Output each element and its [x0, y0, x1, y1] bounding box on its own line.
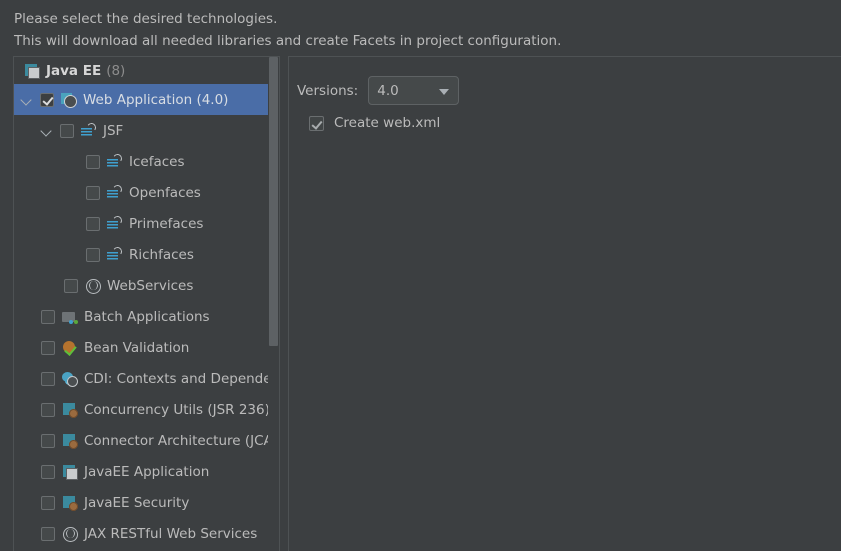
tree-row-label: Web Application (4.0)	[83, 91, 229, 108]
tree-row-label: JavaEE Application	[84, 463, 210, 480]
tree-row-checkbox[interactable]	[40, 92, 54, 107]
jsf-icon	[107, 185, 123, 201]
tree-row-checkbox[interactable]	[41, 495, 55, 510]
tree-row-checkbox[interactable]	[86, 247, 100, 262]
facets-selection-dialog: Please select the desired technologies. …	[0, 0, 841, 551]
tree-row-label: Bean Validation	[84, 339, 190, 356]
tree-row-spacer	[21, 434, 35, 448]
tree-row-label: Primefaces	[129, 215, 204, 232]
create-webxml-checkbox[interactable]	[309, 115, 324, 131]
tree-row-spacer	[66, 217, 80, 231]
tree-row-spacer	[21, 372, 35, 386]
instructions-header: Please select the desired technologies. …	[0, 0, 841, 52]
tree-row-label: JAX RESTful Web Services	[84, 525, 258, 542]
tree-row-checkbox[interactable]	[41, 402, 55, 417]
versions-selected-value: 4.0	[377, 82, 399, 99]
tree-row-spacer	[66, 248, 80, 262]
tree-row-label: Richfaces	[129, 246, 194, 263]
chevron-down-icon[interactable]	[20, 93, 34, 107]
tree-row-checkbox[interactable]	[41, 371, 55, 386]
tree-row[interactable]: Richfaces	[14, 239, 279, 270]
tree-row[interactable]: WebServices	[14, 270, 279, 301]
instructions-line-1: Please select the desired technologies.	[14, 11, 278, 27]
javaee-badge-icon	[24, 63, 40, 79]
tree-row-checkbox[interactable]	[86, 154, 100, 169]
versions-dropdown[interactable]: 4.0	[368, 76, 460, 105]
tree-row[interactable]: Connector Architecture (JCA)	[14, 425, 279, 456]
tree-row[interactable]: JSF	[14, 115, 279, 146]
tree-scrollbar-thumb[interactable]	[269, 57, 278, 346]
versions-label: Versions:	[297, 82, 359, 99]
jsf-icon	[81, 123, 97, 139]
bean-validation-icon	[62, 340, 78, 356]
chevron-down-icon[interactable]	[40, 124, 54, 138]
java-bean-icon	[62, 402, 78, 418]
tree-row-label: JavaEE Security	[84, 494, 190, 511]
versions-row: Versions: 4.0	[297, 76, 460, 105]
tree-row-spacer	[21, 465, 35, 479]
tree-row-checkbox[interactable]	[64, 278, 78, 293]
tree-group-count: (8)	[106, 62, 126, 79]
folder-dots-icon	[62, 309, 78, 325]
tree-row[interactable]: Web Application (4.0)	[14, 84, 279, 115]
globe-icon	[62, 526, 78, 542]
tree-row-label: Icefaces	[129, 153, 185, 170]
globe-icon	[85, 278, 101, 294]
chevron-down-icon	[439, 89, 450, 95]
technologies-tree[interactable]: Java EE (8) Web Application (4.0) JSF Icefac…	[14, 57, 279, 551]
tree-group-header: Java EE (8)	[14, 57, 279, 84]
tree-row-label: Connector Architecture (JCA)	[84, 432, 279, 449]
tree-row-spacer	[21, 341, 35, 355]
tree-scrollbar-track[interactable]	[268, 57, 279, 551]
tree-row-checkbox[interactable]	[41, 309, 55, 324]
tree-row-checkbox[interactable]	[41, 340, 55, 355]
tree-row-spacer	[21, 496, 35, 510]
create-webxml-label: Create web.xml	[334, 115, 441, 131]
tree-row[interactable]: Concurrency Utils (JSR 236)	[14, 394, 279, 425]
tree-row[interactable]: Openfaces	[14, 177, 279, 208]
tree-row-spacer	[66, 155, 80, 169]
tree-row-spacer	[21, 403, 35, 417]
tree-row-label: Openfaces	[129, 184, 201, 201]
tree-row-label: WebServices	[107, 277, 194, 294]
tree-row-label: CDI: Contexts and Dependency Injection	[84, 370, 279, 387]
tree-row-spacer	[21, 527, 35, 541]
tree-row-checkbox[interactable]	[86, 185, 100, 200]
technologies-tree-panel[interactable]: Java EE (8) Web Application (4.0) JSF Icefac…	[13, 56, 280, 551]
tree-row[interactable]: Icefaces	[14, 146, 279, 177]
jsf-icon	[107, 154, 123, 170]
tree-row-spacer	[21, 310, 35, 324]
java-bean-icon	[62, 495, 78, 511]
java-bean-icon	[62, 433, 78, 449]
tree-row[interactable]: Bean Validation	[14, 332, 279, 363]
tree-row[interactable]: JavaEE Application	[14, 456, 279, 487]
jsf-icon	[107, 216, 123, 232]
tree-group-label: Java EE	[46, 62, 102, 79]
tree-row-checkbox[interactable]	[41, 433, 55, 448]
tree-row-checkbox[interactable]	[86, 216, 100, 231]
tree-row-label: Concurrency Utils (JSR 236)	[84, 401, 270, 418]
instructions-line-2: This will download all needed libraries …	[14, 33, 562, 49]
javaee-app-icon	[62, 464, 78, 480]
tree-row[interactable]: JavaEE Security	[14, 487, 279, 518]
cdi-icon	[62, 371, 78, 387]
tree-row[interactable]: Primefaces	[14, 208, 279, 239]
tree-row-checkbox[interactable]	[41, 526, 55, 541]
tree-row[interactable]: Batch Applications	[14, 301, 279, 332]
create-webxml-row[interactable]: Create web.xml	[309, 115, 440, 131]
tree-row-checkbox[interactable]	[41, 464, 55, 479]
web-application-icon	[61, 92, 77, 108]
tree-row-label: Batch Applications	[84, 308, 210, 325]
tree-row-spacer	[44, 279, 58, 293]
tree-row[interactable]: JAX RESTful Web Services	[14, 518, 279, 549]
tree-row[interactable]: CDI: Contexts and Dependency Injection	[14, 363, 279, 394]
tree-row-checkbox[interactable]	[60, 123, 74, 138]
tree-row-spacer	[66, 186, 80, 200]
facet-details-panel: Versions: 4.0 Create web.xml	[288, 56, 841, 551]
tree-row-label: JSF	[103, 122, 124, 139]
jsf-icon	[107, 247, 123, 263]
